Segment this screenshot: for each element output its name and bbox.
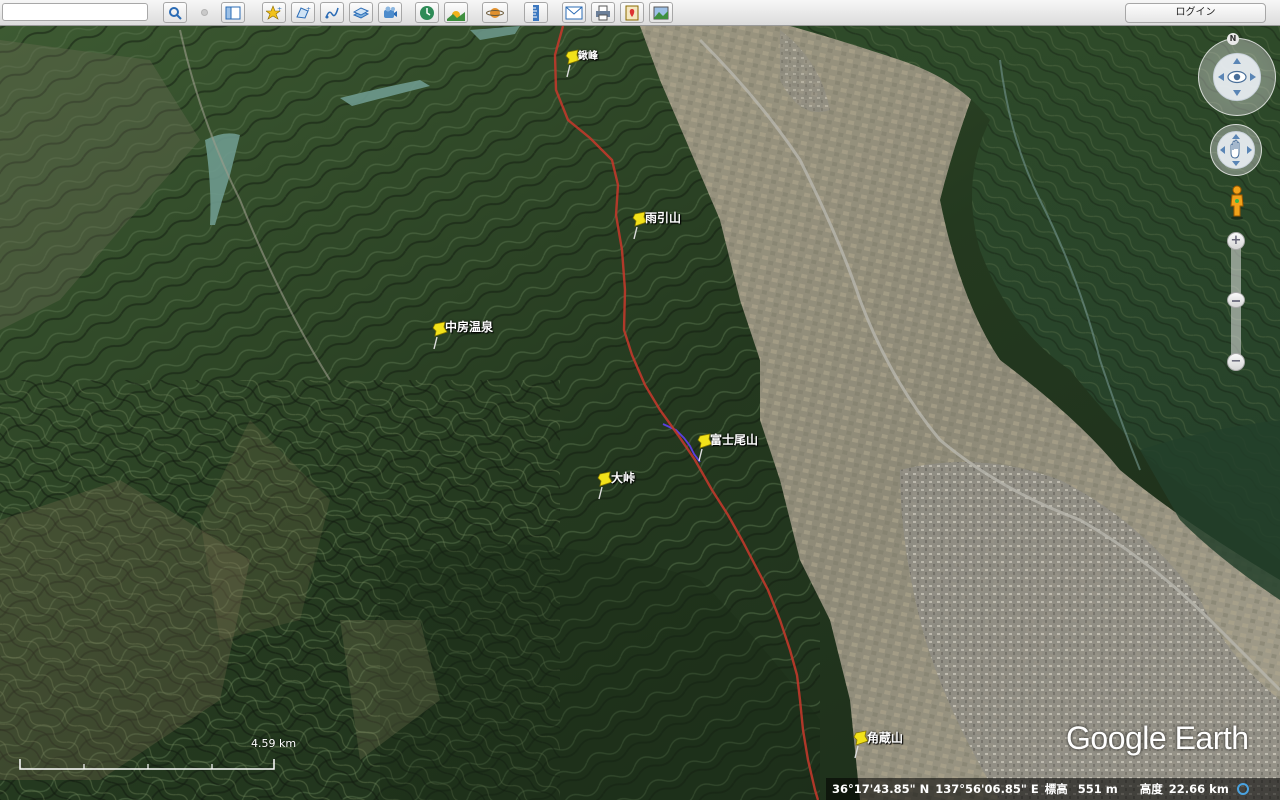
sunlight-button[interactable] <box>444 2 468 23</box>
eye-icon <box>1218 58 1256 96</box>
move-center[interactable] <box>1217 131 1255 169</box>
zoom-out-button[interactable]: − <box>1227 353 1245 371</box>
latitude-readout: 36°17'43.85" N <box>832 782 930 796</box>
longitude-readout: 137°56'06.85" E <box>935 782 1039 796</box>
placemark-label[interactable]: 雨引山 <box>645 209 681 226</box>
move-joystick[interactable] <box>1210 124 1262 176</box>
search-icon <box>168 6 182 20</box>
view-in-maps-button[interactable] <box>620 2 644 23</box>
historical-imagery-button[interactable] <box>415 2 439 23</box>
placemark-label[interactable]: 富士尾山 <box>710 431 758 448</box>
ruler-button[interactable] <box>524 2 548 23</box>
minus-icon: − <box>1230 354 1242 369</box>
zoom-slider-handle[interactable] <box>1227 292 1245 308</box>
elevation-label: 標高 <box>1044 782 1068 796</box>
add-placemark-icon: + <box>266 4 282 21</box>
placemark-label[interactable]: 鍬峰 <box>578 47 598 62</box>
email-icon <box>565 6 583 20</box>
search-input[interactable] <box>2 3 148 21</box>
placemark-label[interactable]: 大峠 <box>611 469 635 486</box>
ruler-icon <box>531 4 541 22</box>
placemark-label[interactable]: 角蔵山 <box>867 729 903 746</box>
streaming-indicator-icon <box>1236 783 1249 795</box>
record-tour-button[interactable] <box>378 2 402 23</box>
north-indicator[interactable]: N <box>1227 33 1239 45</box>
map-view[interactable]: 鍬峰 雨引山 中房温泉 富士尾山 大峠 角蔵山 <box>0 26 1280 800</box>
placemark-label[interactable]: 中房温泉 <box>445 318 493 335</box>
svg-text:+: + <box>277 6 282 13</box>
save-image-button[interactable] <box>649 2 673 23</box>
elevation-value: 551 m <box>1077 782 1118 796</box>
separator-dot <box>201 9 208 16</box>
hand-icon <box>1220 134 1252 166</box>
google-earth-logo: Google Earth <box>1066 720 1249 756</box>
toolbar: + + ログイン <box>0 0 1280 26</box>
add-image-overlay-button[interactable] <box>349 2 373 23</box>
status-bar: 36°17'43.85" N 137°56'06.85" E 標高 551 m … <box>826 778 1280 800</box>
sidebar-toggle-icon <box>225 6 241 20</box>
record-tour-icon <box>382 5 398 21</box>
add-polygon-icon: + <box>295 5 311 21</box>
satellite-terrain <box>0 26 1280 800</box>
scale-bar <box>19 759 275 770</box>
sidebar-toggle-button[interactable] <box>221 2 245 23</box>
svg-text:+: + <box>306 6 311 13</box>
plus-icon: + <box>1230 233 1242 248</box>
add-polygon-button[interactable]: + <box>291 2 315 23</box>
planets-button[interactable] <box>482 2 508 23</box>
add-path-icon <box>324 5 340 21</box>
sunlight-icon <box>447 5 465 21</box>
login-button[interactable]: ログイン <box>1125 3 1266 23</box>
street-view-pegman-icon[interactable] <box>1228 184 1246 220</box>
historical-imagery-icon <box>419 5 435 21</box>
scale-label: 4.59 km <box>251 737 297 750</box>
search-button[interactable] <box>163 2 187 23</box>
add-path-button[interactable] <box>320 2 344 23</box>
email-button[interactable] <box>562 2 586 23</box>
zoom-in-button[interactable]: + <box>1227 232 1245 250</box>
add-placemark-button[interactable]: + <box>262 2 286 23</box>
view-in-maps-icon <box>625 5 639 21</box>
print-button[interactable] <box>591 2 615 23</box>
planets-icon <box>486 5 504 21</box>
altitude-value: 22.66 km <box>1168 782 1229 796</box>
look-center[interactable] <box>1213 53 1261 101</box>
print-icon <box>595 5 611 21</box>
add-image-overlay-icon <box>353 5 369 21</box>
look-joystick[interactable] <box>1198 38 1276 116</box>
altitude-label: 高度 <box>1139 782 1163 796</box>
save-image-icon <box>653 6 669 20</box>
